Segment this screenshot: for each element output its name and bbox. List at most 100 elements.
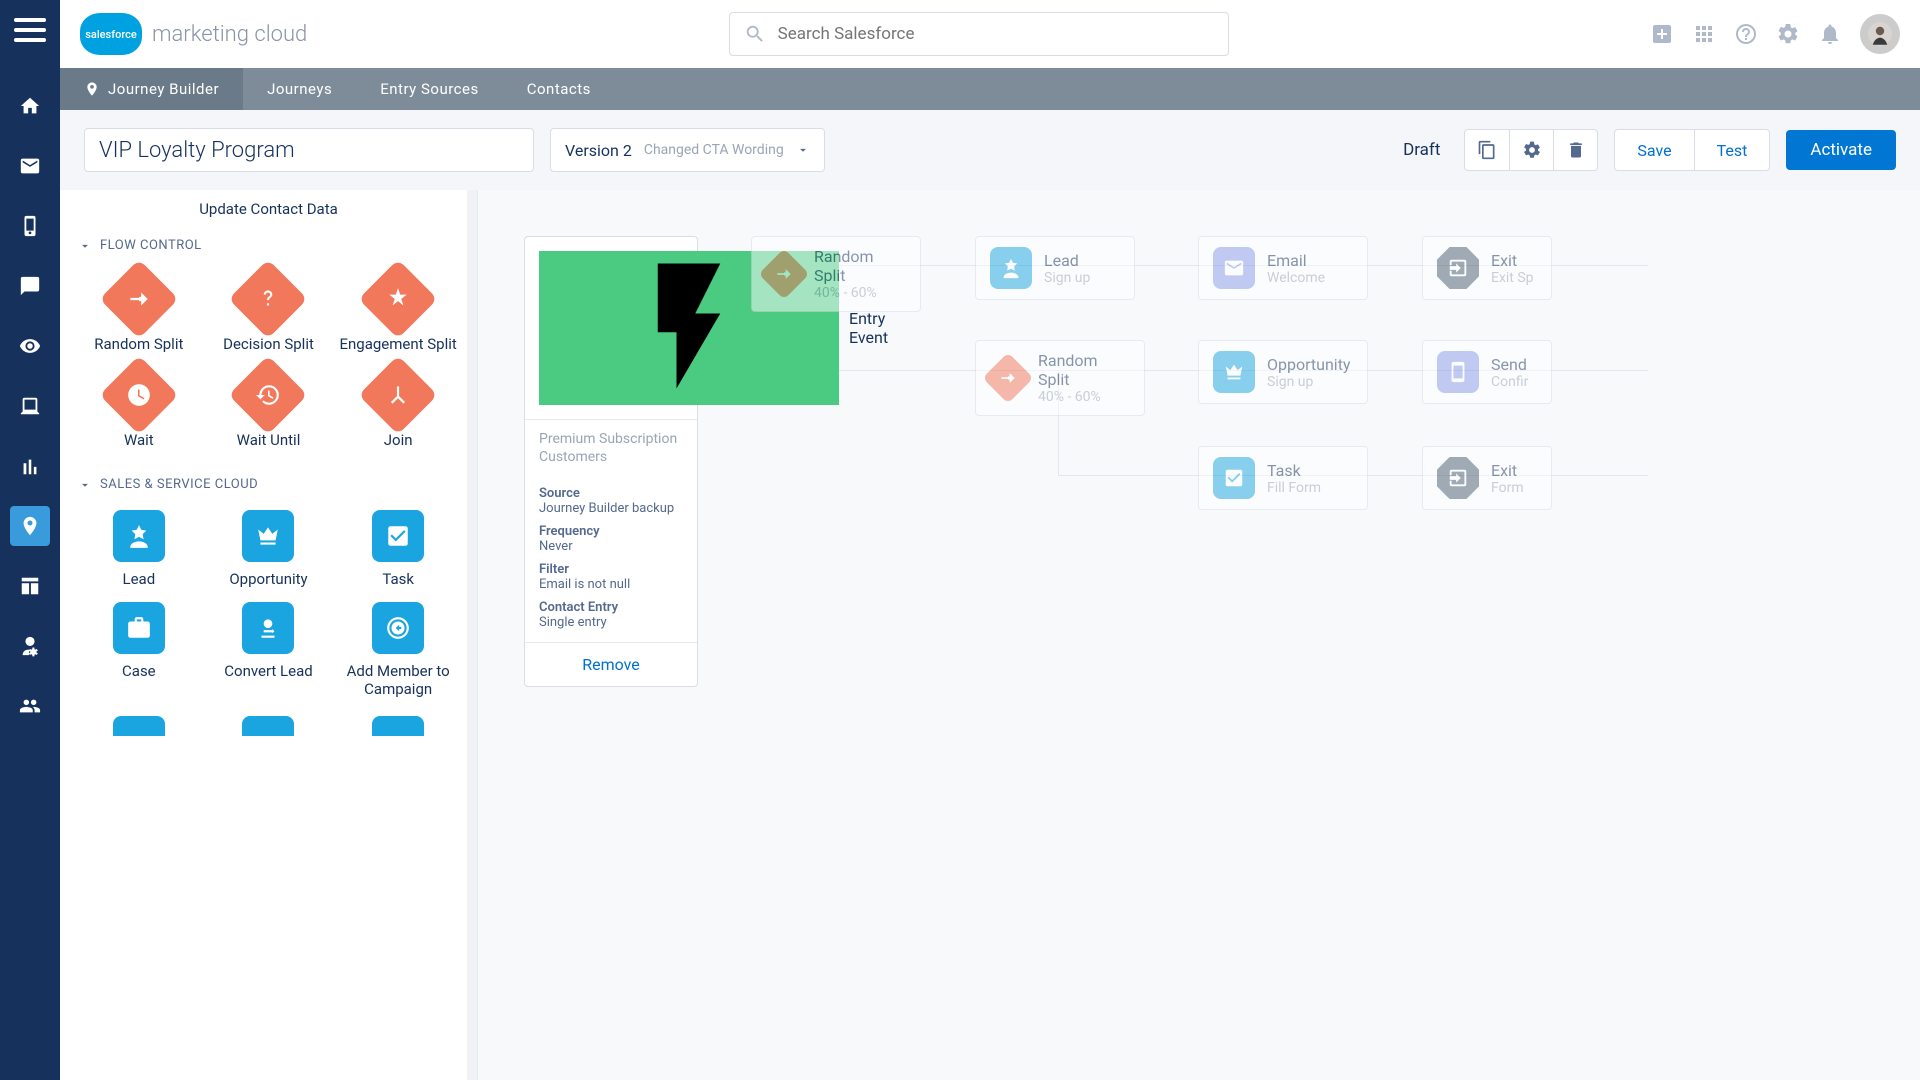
user-avatar[interactable] (1860, 14, 1900, 54)
palette-engagement-split[interactable]: Engagement Split (337, 271, 459, 353)
node-opportunity[interactable]: OpportunitySign up (1198, 340, 1368, 404)
palette-extra-2[interactable] (208, 716, 330, 736)
rail-content-icon[interactable] (10, 566, 50, 606)
journey-title-input[interactable] (84, 128, 534, 172)
entry-row-label: Frequency (539, 524, 683, 539)
chevron-down-icon (78, 478, 92, 492)
top-bar: salesforce marketing cloud (60, 0, 1920, 68)
entry-title: Entry Event (849, 309, 888, 347)
crown-icon (1223, 361, 1245, 383)
entry-row-value: Single entry (539, 615, 683, 630)
entry-remove-button[interactable]: Remove (525, 642, 697, 686)
device-icon (1447, 361, 1469, 383)
palette-lead[interactable]: Lead (78, 510, 200, 588)
left-nav-rail (0, 0, 60, 1080)
add-icon[interactable] (1650, 22, 1674, 46)
palette-section-sales-cloud[interactable]: SALES & SERVICE CLOUD (60, 467, 477, 502)
pin-icon (84, 81, 100, 97)
palette-join[interactable]: Join (337, 367, 459, 449)
save-button[interactable]: Save (1615, 130, 1693, 170)
palette-wait-until[interactable]: Wait Until (208, 367, 330, 449)
entry-row-value: Never (539, 539, 683, 554)
palette-wait[interactable]: Wait (78, 367, 200, 449)
test-button[interactable]: Test (1694, 130, 1770, 170)
node-exit-1[interactable]: ExitExit Sp (1422, 236, 1552, 300)
journey-action-icons (1464, 129, 1598, 171)
salesforce-cloud-icon: salesforce (80, 13, 142, 55)
palette-random-split[interactable]: Random Split (78, 271, 200, 353)
sub-navigation: Journey Builder Journeys Entry Sources C… (60, 68, 1920, 110)
exit-icon (1447, 467, 1469, 489)
duplicate-button[interactable] (1465, 130, 1509, 170)
star-person-icon (1000, 257, 1022, 279)
journey-canvas[interactable]: Entry Event Premium Subscription Custome… (478, 190, 1920, 1080)
palette-extra-3[interactable] (337, 716, 459, 736)
split-icon (774, 264, 794, 284)
rail-analytics-icon[interactable] (10, 446, 50, 486)
node-email[interactable]: EmailWelcome (1198, 236, 1368, 300)
rail-people-icon[interactable] (10, 686, 50, 726)
delete-button[interactable] (1553, 130, 1597, 170)
settings-icon[interactable] (1776, 22, 1800, 46)
node-random-split-2[interactable]: Random Split40% - 60% (975, 340, 1145, 416)
version-selector[interactable]: Version 2 Changed CTA Wording (550, 128, 825, 172)
activate-button[interactable]: Activate (1786, 130, 1896, 170)
version-label: Version 2 (565, 141, 632, 160)
notifications-icon[interactable] (1818, 22, 1842, 46)
entry-row-value: Email is not null (539, 577, 683, 592)
gear-icon (1522, 140, 1542, 160)
entry-event-card[interactable]: Entry Event Premium Subscription Custome… (524, 236, 698, 687)
chevron-down-icon (78, 239, 92, 253)
subnav-contacts[interactable]: Contacts (503, 68, 615, 110)
journey-status: Draft (1403, 140, 1440, 160)
node-send[interactable]: SendConfir (1422, 340, 1552, 404)
app-launcher-icon[interactable] (1692, 22, 1716, 46)
chevron-down-icon (796, 143, 810, 157)
activity-palette: Update Contact Data FLOW CONTROL Random … (60, 190, 478, 1080)
entry-row-value: Journey Builder backup (539, 501, 683, 516)
palette-convert-lead[interactable]: Convert Lead (208, 602, 330, 698)
node-exit-2[interactable]: ExitForm (1422, 446, 1552, 510)
global-search[interactable] (729, 12, 1229, 56)
palette-case[interactable]: Case (78, 602, 200, 698)
palette-decision-split[interactable]: Decision Split (208, 271, 330, 353)
rail-mail-icon[interactable] (10, 146, 50, 186)
rail-admin-icon[interactable] (10, 626, 50, 666)
exit-icon (1447, 257, 1469, 279)
copy-icon (1477, 140, 1497, 160)
node-random-split-1[interactable]: Random Split40% - 60% (751, 236, 921, 312)
brand-logo: salesforce marketing cloud (80, 13, 307, 55)
help-icon[interactable] (1734, 22, 1758, 46)
rail-audience-icon[interactable] (10, 326, 50, 366)
rail-mobile-icon[interactable] (10, 206, 50, 246)
subnav-journey-builder[interactable]: Journey Builder (60, 68, 243, 110)
node-task[interactable]: TaskFill Form (1198, 446, 1368, 510)
rail-home-icon[interactable] (10, 86, 50, 126)
palette-opportunity[interactable]: Opportunity (208, 510, 330, 588)
journey-toolbar: Version 2 Changed CTA Wording Draft Save… (60, 110, 1920, 190)
search-input[interactable] (778, 24, 1214, 44)
subnav-label: Journey Builder (108, 80, 219, 98)
mail-icon (1223, 257, 1245, 279)
palette-task[interactable]: Task (337, 510, 459, 588)
subnav-journeys[interactable]: Journeys (243, 68, 356, 110)
hamburger-menu-icon[interactable] (14, 18, 46, 42)
node-lead[interactable]: LeadSign up (975, 236, 1135, 300)
split-icon (998, 368, 1018, 388)
palette-item-update-contact[interactable]: Update Contact Data (60, 200, 477, 228)
rail-journey-icon[interactable] (10, 506, 50, 546)
entry-row-label: Filter (539, 562, 683, 577)
rail-web-icon[interactable] (10, 386, 50, 426)
settings-button[interactable] (1509, 130, 1553, 170)
journey-text-buttons: Save Test (1614, 129, 1770, 171)
rail-chat-icon[interactable] (10, 266, 50, 306)
palette-add-member[interactable]: Add Member to Campaign (337, 602, 459, 698)
entry-subtitle: Premium Subscription Customers (525, 420, 697, 474)
subnav-entry-sources[interactable]: Entry Sources (356, 68, 502, 110)
palette-section-flow-control[interactable]: FLOW CONTROL (60, 228, 477, 263)
subnav-label: Entry Sources (380, 80, 478, 98)
section-label: FLOW CONTROL (100, 238, 202, 253)
palette-extra-1[interactable] (78, 716, 200, 736)
subnav-label: Contacts (527, 80, 591, 98)
entry-row-label: Source (539, 486, 683, 501)
